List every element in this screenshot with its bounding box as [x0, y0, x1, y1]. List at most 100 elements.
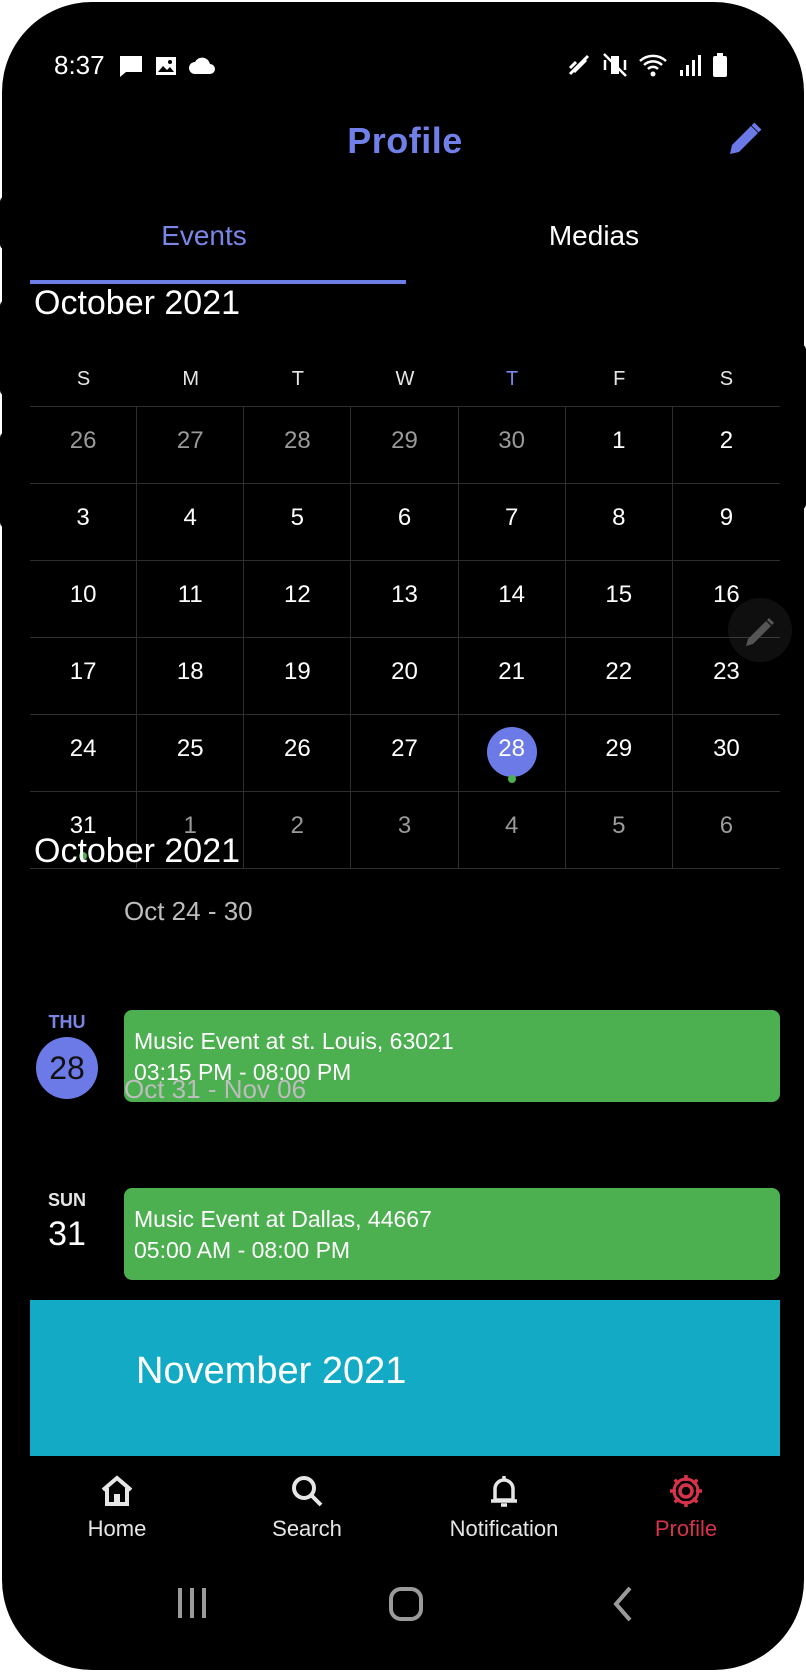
- day-number: 21: [498, 658, 525, 685]
- calendar-day[interactable]: 26: [30, 407, 138, 484]
- calendar-day[interactable]: 29: [351, 407, 459, 484]
- calendar-day[interactable]: 7: [458, 484, 566, 561]
- calendar-day[interactable]: 13: [351, 561, 459, 638]
- weekday-label: M: [182, 368, 200, 390]
- day-number: 5: [612, 812, 626, 839]
- day-number: 30: [498, 427, 525, 454]
- calendar-day[interactable]: 4: [137, 484, 245, 561]
- day-number: 13: [391, 581, 418, 608]
- day-number: 29: [605, 735, 633, 762]
- day-number: 7: [504, 504, 519, 531]
- calendar-day[interactable]: 30: [458, 407, 566, 484]
- nav-search[interactable]: Search: [252, 1472, 362, 1542]
- weekday-label: W: [395, 368, 415, 390]
- pencil-icon[interactable]: [724, 120, 764, 160]
- calendar-day[interactable]: 26: [244, 715, 352, 792]
- day-number: 8: [612, 504, 626, 531]
- calendar-day[interactable]: 2: [244, 792, 352, 869]
- calendar-day[interactable]: 3: [30, 484, 138, 561]
- day-number: 18: [176, 658, 204, 685]
- search-icon: [292, 1476, 323, 1507]
- next-month-banner: November 2021: [30, 1300, 780, 1456]
- back-icon[interactable]: [608, 1584, 638, 1624]
- day-number: 31: [48, 1215, 86, 1253]
- day-number: 19: [284, 658, 311, 685]
- day-number: 27: [176, 427, 204, 454]
- event-title: Music Event at st. Louis, 63021: [134, 1028, 454, 1054]
- schedule-month-title: October 2021: [34, 832, 241, 870]
- calendar-grid: 26 27 28 29 30 1 2 3 4 5 6 7 8 9 10 11 12 13 14 15 16 17 18 19 2…: [30, 406, 780, 869]
- calendar-day[interactable]: 5: [565, 792, 673, 869]
- calendar-day[interactable]: 15: [565, 561, 673, 638]
- calendar-day[interactable]: 6: [672, 792, 780, 869]
- calendar-day[interactable]: 11: [137, 561, 245, 638]
- day-number: 2: [719, 427, 734, 454]
- calendar-day[interactable]: 4: [458, 792, 566, 869]
- calendar-day[interactable]: 10: [30, 561, 138, 638]
- calendar-day[interactable]: 19: [244, 638, 352, 715]
- status-right-icons: [566, 52, 728, 78]
- nav-notification[interactable]: Notification: [434, 1472, 574, 1542]
- calendar-day[interactable]: 22: [565, 638, 673, 715]
- calendar-day[interactable]: 8: [565, 484, 673, 561]
- day-abbr: SUN: [47, 1190, 86, 1210]
- calendar-day[interactable]: 3: [351, 792, 459, 869]
- day-number: 2: [290, 812, 305, 839]
- calendar-day[interactable]: 20: [351, 638, 459, 715]
- gear-icon: [670, 1475, 702, 1507]
- calendar-day[interactable]: 24: [30, 715, 138, 792]
- calendar-day[interactable]: 12: [244, 561, 352, 638]
- cloud-icon: [189, 57, 215, 74]
- day-number: 27: [391, 735, 418, 762]
- calendar-day[interactable]: 27: [351, 715, 459, 792]
- calendar-day[interactable]: 18: [137, 638, 245, 715]
- wifi-icon: [639, 54, 667, 77]
- vibrate-mute-icon: [603, 53, 627, 77]
- tab-medias[interactable]: Medias: [406, 220, 782, 252]
- day-number: 29: [391, 427, 418, 454]
- day-number: 17: [69, 658, 97, 685]
- calendar-day[interactable]: 27: [137, 407, 245, 484]
- calendar-day[interactable]: 29: [565, 715, 673, 792]
- day-number: 22: [605, 658, 633, 685]
- weekday-label: F: [613, 368, 626, 390]
- nav-profile[interactable]: Profile: [636, 1472, 736, 1542]
- nfc-icon: [568, 54, 590, 76]
- day-number: 26: [69, 427, 97, 454]
- calendar-day[interactable]: 21: [458, 638, 566, 715]
- calendar-day[interactable]: 2: [672, 407, 780, 484]
- day-number: 28: [36, 1037, 98, 1099]
- bell-icon: [491, 1476, 517, 1507]
- floating-edit-button[interactable]: [728, 598, 792, 662]
- message-icon: [120, 56, 142, 77]
- weekday-header: S M T W T F S: [30, 368, 780, 404]
- home-button-icon[interactable]: [386, 1584, 426, 1624]
- tab-events[interactable]: Events: [2, 220, 406, 252]
- day-number: 28: [284, 427, 311, 454]
- day-number: 15: [605, 581, 633, 608]
- event-title: Music Event at Dallas, 44667: [134, 1206, 432, 1232]
- calendar-day[interactable]: 14: [458, 561, 566, 638]
- day-number: 3: [76, 504, 90, 531]
- day-number: 12: [284, 581, 311, 608]
- status-time: 8:37: [54, 50, 105, 80]
- calendar-day[interactable]: 30: [672, 715, 780, 792]
- day-abbr: THU: [48, 1012, 86, 1032]
- calendar-day[interactable]: 9: [672, 484, 780, 561]
- calendar-day[interactable]: 28: [244, 407, 352, 484]
- calendar-day[interactable]: 1: [565, 407, 673, 484]
- day-number: 30: [713, 735, 740, 762]
- weekday-label: T: [291, 368, 304, 390]
- week-range: Oct 31 - Nov 06: [124, 1074, 307, 1104]
- recent-apps-icon[interactable]: [172, 1586, 212, 1620]
- nav-home[interactable]: Home: [62, 1472, 172, 1542]
- page-title: Profile: [347, 120, 463, 161]
- status-bar: 8:37: [28, 46, 758, 86]
- calendar-day[interactable]: 6: [351, 484, 459, 561]
- weekday-label: S: [719, 368, 734, 390]
- event-card[interactable]: Music Event at Dallas, 44667 05:00 AM - …: [124, 1188, 780, 1280]
- calendar-day[interactable]: 17: [30, 638, 138, 715]
- calendar-day-selected[interactable]: 28: [458, 715, 566, 792]
- calendar-day[interactable]: 25: [137, 715, 245, 792]
- calendar-day[interactable]: 5: [244, 484, 352, 561]
